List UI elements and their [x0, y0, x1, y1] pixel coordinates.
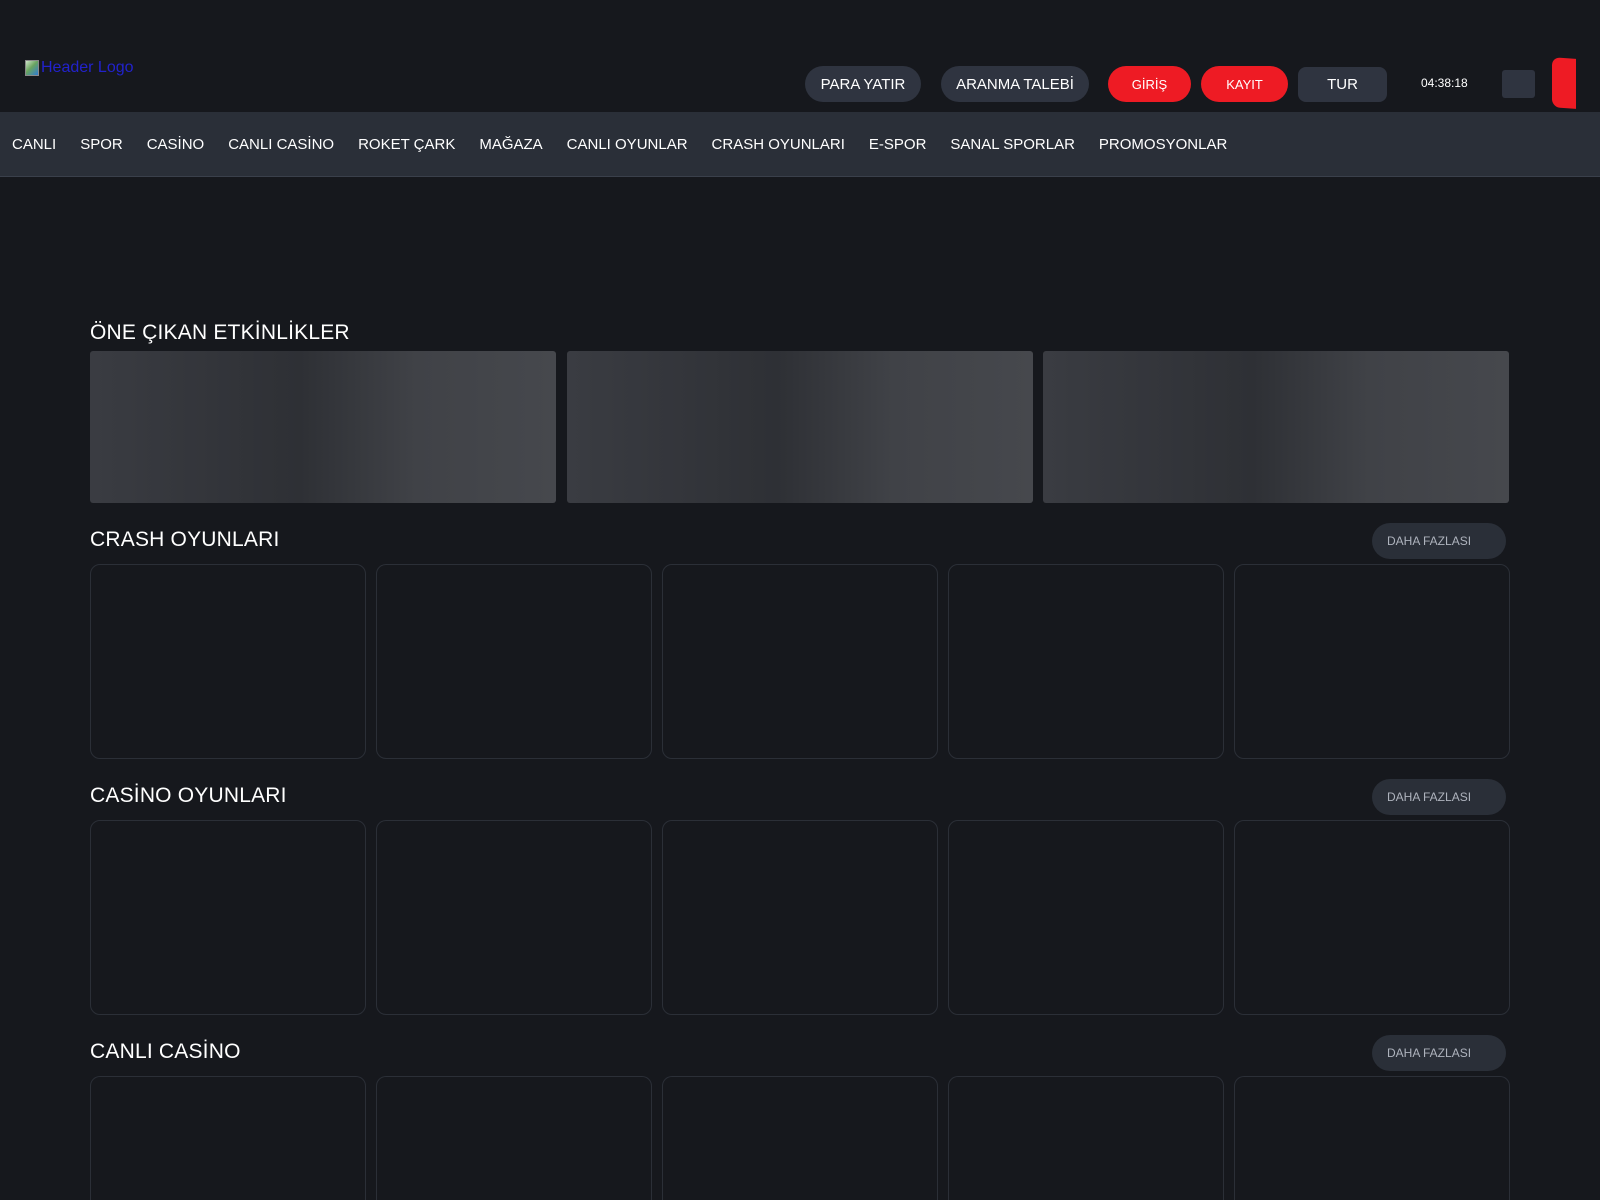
register-button-label: KAYIT [1226, 76, 1263, 92]
deposit-button[interactable]: PARA YATIR [805, 66, 921, 102]
live-casino-more-label: DAHA FAZLASI [1387, 1046, 1472, 1060]
clock: 04:38:18 [1421, 76, 1468, 90]
header-red-tab[interactable] [1552, 57, 1576, 109]
featured-event-card[interactable] [567, 351, 1033, 503]
featured-events-title: ÖNE ÇIKAN ETKİNLİKLER [90, 321, 350, 344]
live-casino-game-card[interactable] [90, 1076, 366, 1200]
crash-game-card[interactable] [90, 564, 366, 759]
casino-game-card[interactable] [1234, 820, 1510, 1015]
nav-item-crash-oyunlari[interactable]: CRASH OYUNLARI [712, 136, 845, 153]
live-casino-game-card[interactable] [948, 1076, 1224, 1200]
language-selector-label: TUR [1327, 76, 1358, 93]
casino-games-title: CASİNO OYUNLARI [90, 784, 287, 807]
live-casino-title: CANLI CASİNO [90, 1040, 241, 1063]
deposit-button-label: PARA YATIR [820, 75, 906, 93]
crash-games-more-label: DAHA FAZLASI [1387, 534, 1472, 548]
casino-game-card[interactable] [90, 820, 366, 1015]
nav-item-canli-casino[interactable]: CANLI CASİNO [228, 136, 334, 153]
live-casino-more-button[interactable]: DAHA FAZLASI [1372, 1035, 1506, 1071]
live-casino-game-card[interactable] [376, 1076, 652, 1200]
crash-game-card[interactable] [376, 564, 652, 759]
casino-game-card[interactable] [662, 820, 938, 1015]
language-selector[interactable]: TUR [1298, 67, 1387, 102]
login-button-label: GİRİŞ [1131, 76, 1168, 92]
casino-game-card[interactable] [948, 820, 1224, 1015]
casino-games-more-label: DAHA FAZLASI [1387, 790, 1472, 804]
register-button[interactable]: KAYIT [1201, 66, 1288, 102]
casino-games-more-button[interactable]: DAHA FAZLASI [1372, 779, 1506, 815]
callback-request-button[interactable]: ARANMA TALEBİ [941, 66, 1089, 102]
header-square-button[interactable] [1502, 70, 1535, 98]
login-button[interactable]: GİRİŞ [1108, 66, 1191, 102]
nav-item-sanal-sporlar[interactable]: SANAL SPORLAR [950, 136, 1075, 153]
nav-item-roket-cark[interactable]: ROKET ÇARK [358, 136, 455, 153]
casino-game-card[interactable] [376, 820, 652, 1015]
crash-games-title: CRASH OYUNLARI [90, 528, 280, 551]
main-nav: CANLI SPOR CASİNO CANLI CASİNO ROKET ÇAR… [0, 112, 1600, 177]
crash-game-card[interactable] [662, 564, 938, 759]
live-casino-game-card[interactable] [662, 1076, 938, 1200]
nav-item-e-spor[interactable]: E-SPOR [869, 136, 927, 153]
header-logo-alt-text: Header Logo [41, 59, 134, 76]
nav-item-magaza[interactable]: MAĞAZA [479, 136, 542, 153]
featured-event-card[interactable] [1043, 351, 1509, 503]
live-casino-game-card[interactable] [1234, 1076, 1510, 1200]
nav-item-spor[interactable]: SPOR [80, 136, 123, 153]
crash-games-more-button[interactable]: DAHA FAZLASI [1372, 523, 1506, 559]
header: Header Logo PARA YATIR ARANMA TALEBİ GİR… [0, 0, 1600, 112]
broken-image-icon [25, 60, 39, 76]
header-logo[interactable]: Header Logo [25, 59, 134, 77]
callback-request-button-label: ARANMA TALEBİ [956, 75, 1074, 93]
nav-item-promosyonlar[interactable]: PROMOSYONLAR [1099, 136, 1227, 153]
nav-item-casino[interactable]: CASİNO [147, 136, 205, 153]
crash-game-card[interactable] [948, 564, 1224, 759]
featured-event-card[interactable] [90, 351, 556, 503]
crash-game-card[interactable] [1234, 564, 1510, 759]
nav-item-canli-oyunlar[interactable]: CANLI OYUNLAR [567, 136, 688, 153]
nav-item-canli[interactable]: CANLI [12, 136, 56, 153]
